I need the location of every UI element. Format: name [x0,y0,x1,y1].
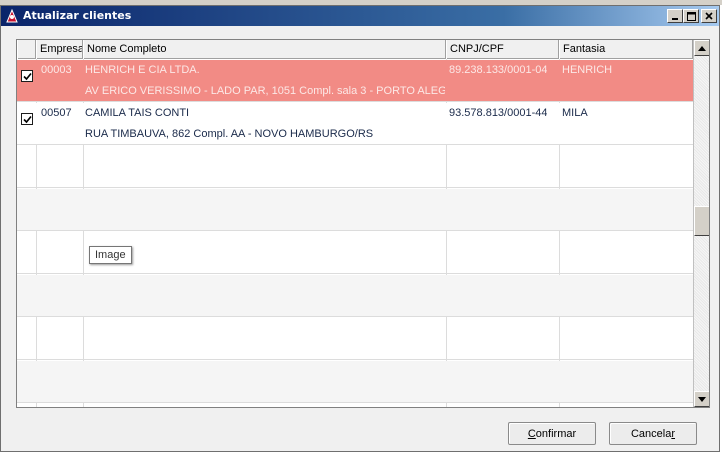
cell-fantasia: HENRICH [562,64,613,76]
empty-row[interactable] [17,275,693,317]
cancel-label-prefix: Cancela [630,427,672,440]
confirm-hotkey: C [527,427,536,440]
atualizar-clientes-dialog: Atualizar clientes Empresa Nome Completo… [0,5,720,452]
scroll-up-button[interactable] [694,40,709,56]
cell-empresa: 00507 [41,107,72,119]
maximize-icon [686,11,696,21]
empty-row[interactable] [17,189,693,231]
header-check-column[interactable] [17,40,36,59]
table-row[interactable]: 00507 CAMILA TAIS CONTI RUA TIMBAUVA, 86… [17,103,693,145]
minimize-button[interactable] [667,9,683,23]
close-button[interactable] [701,9,717,23]
row-checkbox[interactable] [21,70,33,82]
cell-empresa: 00003 [41,64,72,76]
vertical-scrollbar[interactable] [693,40,709,407]
empty-row[interactable] [17,361,693,403]
header-empresa[interactable]: Empresa [36,40,83,59]
header-nome-completo[interactable]: Nome Completo [83,40,446,59]
cell-cnpj: 93.578.813/0001-44 [449,107,548,119]
close-icon [705,12,713,20]
grid-header: Empresa Nome Completo CNPJ/CPF Fantasia [17,40,693,59]
cancel-hotkey: r [671,427,676,440]
confirm-button[interactable]: Confirmar [508,422,596,445]
arrow-down-icon [698,396,706,402]
empty-row[interactable] [17,318,693,360]
minimize-icon [672,18,678,20]
scroll-down-button[interactable] [694,391,709,407]
arrow-up-icon [698,45,706,51]
cancel-button[interactable]: Cancela r [609,422,697,445]
checkmark-icon [22,72,32,80]
cell-nome: CAMILA TAIS CONTI [85,107,190,119]
cell-cnpj: 89.238.133/0001-04 [449,64,548,76]
maximize-button[interactable] [683,9,699,23]
empty-row[interactable] [17,146,693,188]
window-title: Atualizar clientes [23,9,132,22]
table-row[interactable]: 00003 HENRICH E CIA LTDA. AV ERICO VERIS… [17,60,693,102]
cell-fantasia: MILA [562,107,588,119]
image-tooltip: Image [89,246,132,264]
app-icon [6,8,18,23]
header-cnpj-cpf[interactable]: CNPJ/CPF [446,40,559,59]
scroll-thumb[interactable] [694,206,709,236]
checkmark-icon [22,115,32,123]
cell-endereco: RUA TIMBAUVA, 862 Compl. AA - NOVO HAMBU… [85,128,374,140]
confirm-label-rest: onfirmar [535,427,577,440]
cell-nome: HENRICH E CIA LTDA. [85,64,200,76]
clients-grid[interactable]: Empresa Nome Completo CNPJ/CPF Fantasia … [16,39,710,408]
row-checkbox[interactable] [21,113,33,125]
header-fantasia[interactable]: Fantasia [559,40,693,59]
title-bar[interactable]: Atualizar clientes [1,6,719,26]
cell-endereco: AV ERICO VERISSIMO - LADO PAR, 1051 Comp… [85,85,445,97]
